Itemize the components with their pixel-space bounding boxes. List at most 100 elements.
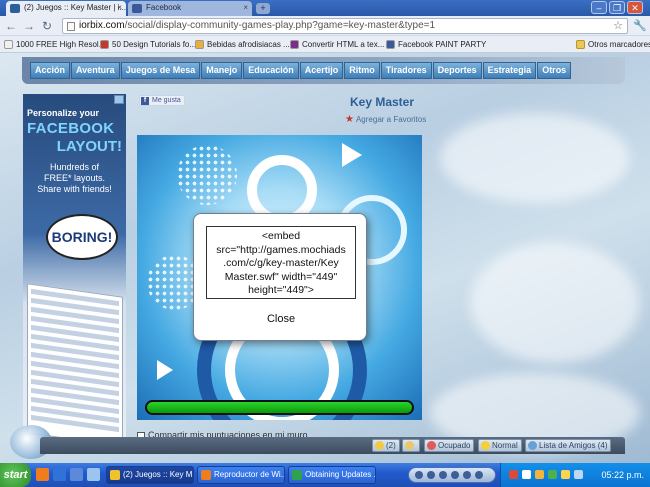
ad-line3: LAYOUT! [56, 138, 122, 155]
adchoices-icon[interactable] [114, 95, 124, 104]
smiley-icon [481, 441, 490, 450]
maximize-button[interactable]: ❐ [609, 1, 625, 14]
embed-code-dialog: <embed src="http://games.mochiads .com/c… [193, 213, 367, 341]
task-updates[interactable]: Obtaining Updates ... [288, 466, 376, 484]
notifications-button[interactable]: (2) [372, 439, 400, 452]
loading-progress-bar [145, 400, 414, 415]
tray-alert-icon[interactable] [509, 470, 518, 479]
facebook-like-button[interactable]: f Me gusta [139, 95, 185, 106]
tray-update-icon[interactable] [535, 470, 544, 479]
url-text: iorbix.com/social/display-community-game… [79, 20, 436, 31]
menu-item-tiradores[interactable]: Tiradores [380, 62, 432, 79]
volume-icon[interactable] [475, 471, 483, 479]
embed-code-text[interactable]: <embed src="http://games.mochiads .com/c… [206, 226, 356, 299]
previous-icon[interactable] [439, 471, 447, 479]
task-chrome[interactable]: (2) Juegos :: Key M... [106, 466, 194, 484]
bookmark-favicon-icon [195, 40, 204, 49]
messages-button[interactable] [402, 439, 420, 452]
game-title: Key Master [349, 95, 415, 109]
pause-icon[interactable] [427, 471, 435, 479]
friends-list-button[interactable]: Lista de Amigos (4) [525, 439, 612, 452]
minimize-button[interactable]: – [591, 1, 607, 14]
next-icon[interactable] [451, 471, 459, 479]
menu-item-manejo[interactable]: Manejo [201, 62, 243, 79]
browser-titlebar: (2) Juegos :: Key Master | i... × Facebo… [0, 0, 650, 16]
bookmark-item[interactable]: Bebidas afrodisiacas ... [195, 38, 290, 51]
wrench-icon[interactable]: 🔧 [633, 19, 647, 33]
web-page: Acción Aventura Juegos de Mesa Manejo Ed… [0, 53, 650, 463]
windows-taskbar: start (2) Juegos :: Key M... Reproductor… [0, 463, 650, 487]
task-media-player[interactable]: Reproductor de Wi... [197, 466, 285, 484]
facebook-icon: f [141, 97, 149, 105]
iorbix-favicon-icon [10, 4, 20, 13]
media-player-icon [201, 470, 211, 480]
close-tab-icon[interactable]: × [117, 1, 122, 15]
menu-item-deportes[interactable]: Deportes [432, 62, 482, 79]
ad-screenshot-image [27, 283, 123, 447]
status-busy-button[interactable]: Ocupado [424, 439, 475, 452]
bookmark-favicon-icon [290, 40, 299, 49]
media-player-controls[interactable] [408, 467, 496, 483]
facebook-favicon-icon [132, 4, 142, 13]
menu-item-educacion[interactable]: Educación [243, 62, 299, 79]
cloud-decoration [440, 113, 630, 203]
bookmark-item[interactable]: Convertir HTML a tex... [290, 38, 384, 51]
bookmark-star-icon[interactable]: ☆ [613, 19, 623, 32]
category-menu: Acción Aventura Juegos de Mesa Manejo Ed… [30, 62, 572, 79]
bookmark-item[interactable]: 50 Design Tutorials fo... [100, 38, 196, 51]
busy-icon [427, 441, 436, 450]
updates-icon [292, 470, 302, 480]
media-player-icon[interactable] [36, 468, 49, 481]
notification-icon [375, 441, 384, 450]
stop-icon[interactable] [415, 471, 423, 479]
tab-key-master[interactable]: (2) Juegos :: Key Master | i... × [6, 1, 126, 16]
address-bar[interactable]: iorbix.com/social/display-community-game… [62, 18, 628, 34]
play-arrow-decoration [342, 143, 362, 167]
tray-messenger-icon[interactable] [561, 470, 570, 479]
add-favorites-link[interactable]: ★ Agregar a Favoritos [345, 114, 426, 125]
close-window-button[interactable]: ✕ [627, 1, 643, 14]
start-button[interactable]: start [0, 463, 31, 487]
other-bookmarks[interactable]: Otros marcadores [576, 38, 650, 51]
menu-item-aventura[interactable]: Aventura [71, 62, 120, 79]
ad-line1: Personalize your [27, 108, 100, 118]
close-tab-icon[interactable]: × [243, 1, 248, 15]
desktop-icon[interactable] [70, 468, 83, 481]
tray-security-icon[interactable] [548, 470, 557, 479]
rewind-icon[interactable] [463, 471, 471, 479]
chat-bar: (2) Ocupado Normal Lista de Amigos (4) [40, 437, 625, 454]
tab-label: (2) Juegos :: Key Master | i... [24, 3, 126, 12]
ie-icon[interactable] [53, 468, 66, 481]
close-dialog-link[interactable]: Close [194, 313, 368, 325]
tab-facebook[interactable]: Facebook × [128, 1, 252, 16]
bookmark-item[interactable]: 1000 FREE High Resol... [4, 38, 105, 51]
ad-line4: Hundreds of FREE* layouts. Share with fr… [37, 162, 112, 194]
clock: 05:22 p.m. [601, 470, 644, 480]
menu-item-juegos-de-mesa[interactable]: Juegos de Mesa [120, 62, 201, 79]
explorer-icon[interactable] [87, 468, 100, 481]
menu-item-accion[interactable]: Acción [30, 62, 71, 79]
menu-item-acertijo[interactable]: Acertijo [299, 62, 344, 79]
tray-volume-icon[interactable] [574, 470, 583, 479]
new-tab-button[interactable]: + [256, 3, 270, 14]
forward-arrow-icon[interactable]: → [22, 19, 36, 33]
bookmark-item[interactable]: Facebook PAINT PARTY [386, 38, 486, 51]
cloud-decoration [470, 243, 640, 363]
chrome-icon [110, 470, 120, 480]
dot-pattern [177, 145, 237, 205]
friends-icon [528, 441, 537, 450]
star-icon: ★ [345, 114, 354, 125]
tray-network-icon[interactable] [522, 470, 531, 479]
facebook-layout-ad[interactable]: Personalize your FACEBOOK LAYOUT! Hundre… [23, 94, 126, 447]
status-normal-button[interactable]: Normal [478, 439, 522, 452]
reload-icon[interactable]: ↻ [40, 19, 54, 33]
menu-item-estrategia[interactable]: Estrategia [482, 62, 537, 79]
menu-item-ritmo[interactable]: Ritmo [344, 62, 380, 79]
system-tray: 05:22 p.m. [500, 463, 650, 487]
folder-icon [576, 40, 585, 49]
bookmark-favicon-icon [4, 40, 13, 49]
browser-toolbar: ← → ↻ iorbix.com/social/display-communit… [0, 16, 650, 36]
back-arrow-icon[interactable]: ← [4, 19, 18, 33]
menu-item-otros[interactable]: Otros [537, 62, 572, 79]
envelope-icon [405, 441, 414, 450]
